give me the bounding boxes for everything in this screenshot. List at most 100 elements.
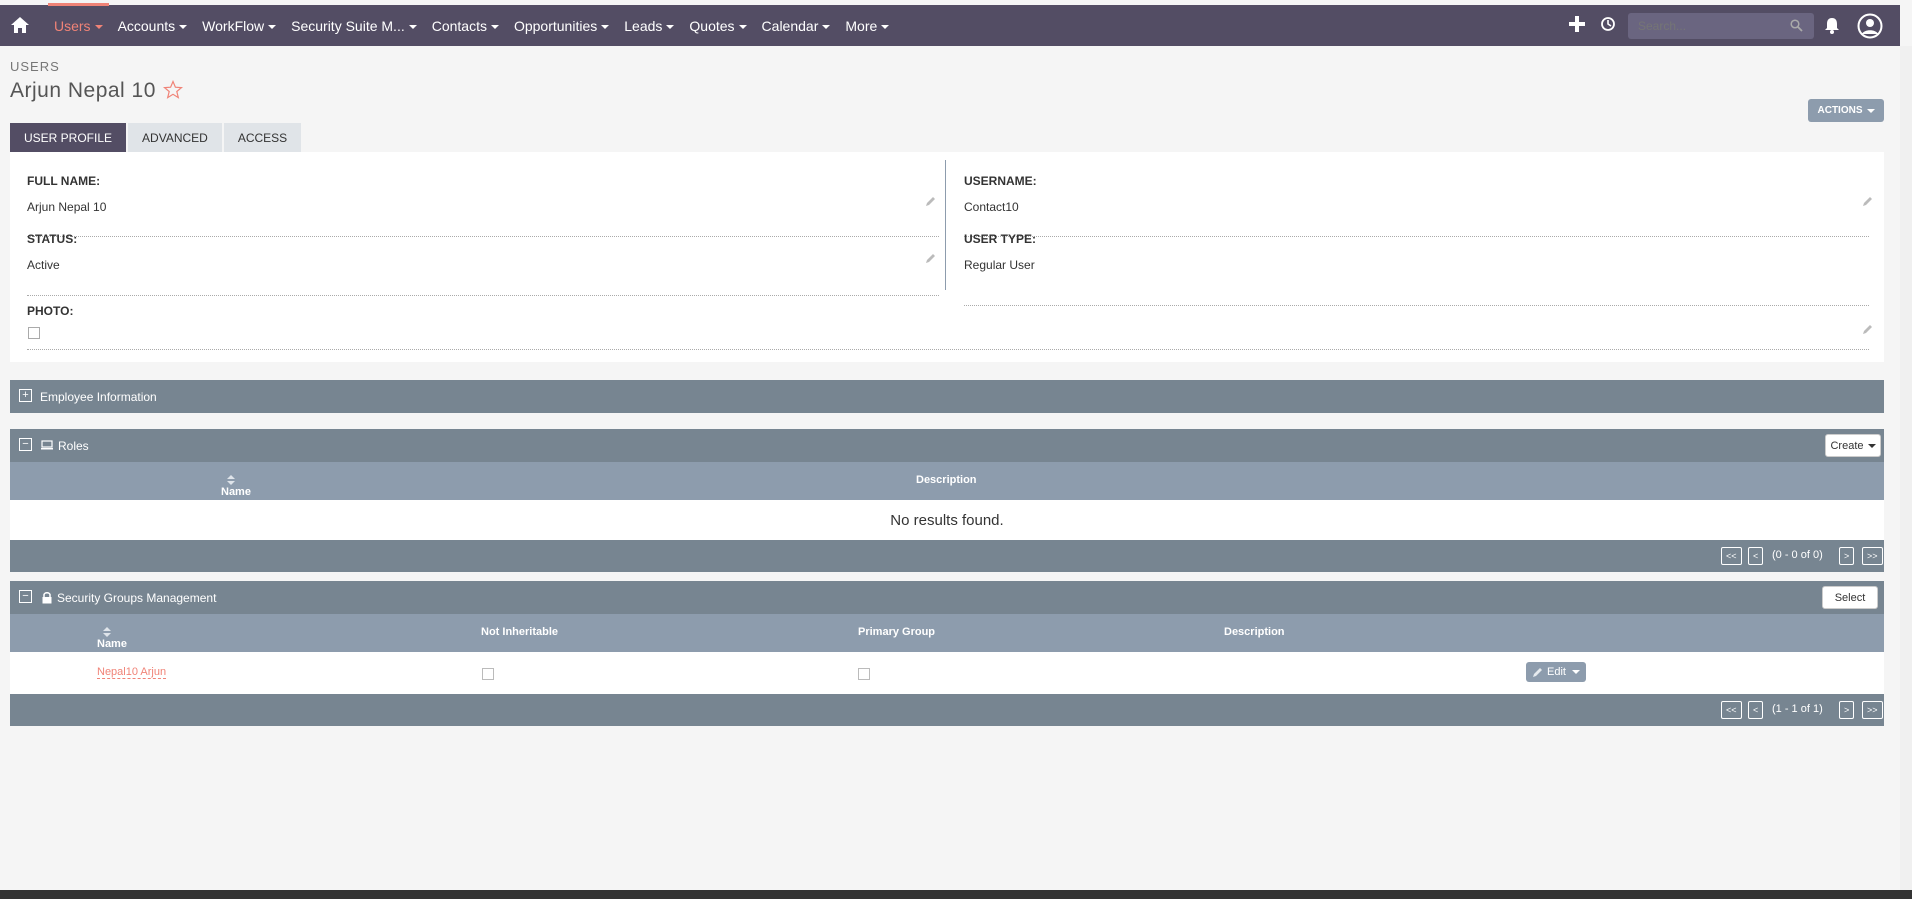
security-groups-select-button[interactable]: Select	[1822, 586, 1878, 609]
column-name[interactable]: Name	[221, 474, 251, 498]
nav-item-quotes[interactable]: Quotes	[689, 18, 747, 34]
chevron-down-icon	[94, 24, 103, 29]
pager-next-button[interactable]: >	[1839, 701, 1855, 719]
pager-last-button[interactable]: >>	[1862, 547, 1883, 565]
chevron-down-icon	[490, 24, 499, 29]
plus-icon[interactable]	[1568, 15, 1586, 33]
photo-image	[28, 327, 40, 339]
chevron-down-icon[interactable]	[1571, 670, 1580, 674]
history-icon[interactable]	[1600, 16, 1616, 32]
username-field: USERNAME: Contact10	[964, 174, 1869, 237]
pager-first-button[interactable]: <<	[1721, 547, 1742, 565]
full-name-value[interactable]: Arjun Nepal 10	[27, 200, 939, 214]
nav-item-label: Users	[54, 17, 91, 34]
row-edit-button[interactable]: Edit	[1526, 662, 1586, 682]
primary-group-checkbox[interactable]	[858, 668, 870, 680]
search-input[interactable]	[1628, 13, 1814, 39]
pager-prev-button[interactable]: <	[1748, 547, 1764, 565]
security-groups-panel-header[interactable]: − Security Groups Management Select	[10, 581, 1884, 614]
button-label: Edit	[1547, 666, 1566, 678]
sort-icon[interactable]	[103, 627, 111, 638]
pager-next-button[interactable]: >	[1839, 547, 1855, 565]
nav-item-security-suite[interactable]: Security Suite M...	[291, 18, 417, 34]
field-label: STATUS:	[27, 232, 78, 246]
chevron-down-icon	[822, 24, 831, 29]
username-value[interactable]: Contact10	[964, 200, 1869, 214]
roles-pagination: << < (0 - 0 of 0) > >>	[10, 540, 1884, 572]
user-type-field: USER TYPE: Regular User	[964, 232, 1869, 306]
lock-icon	[42, 592, 52, 604]
nav-item-contacts[interactable]: Contacts	[432, 18, 499, 34]
user-avatar-icon[interactable]	[1857, 13, 1883, 39]
field-label: USER TYPE:	[964, 232, 1037, 246]
home-icon[interactable]	[10, 16, 30, 34]
pager-range: (1 - 1 of 1)	[1772, 703, 1823, 715]
field-divider	[27, 349, 1869, 350]
column-not-inheritable: Not Inheritable	[481, 626, 559, 638]
nav-item-label: Opportunities	[513, 17, 598, 34]
nav-item-workflow[interactable]: WorkFlow	[202, 17, 277, 34]
roles-panel-header[interactable]: − Roles Create	[10, 429, 1884, 462]
bell-icon[interactable]	[1824, 17, 1840, 34]
not-inheritable-checkbox[interactable]	[482, 668, 494, 680]
vertical-scrollbar[interactable]	[1900, 46, 1912, 890]
nav-item-leads[interactable]: Leads	[624, 17, 675, 34]
field-label: USERNAME:	[964, 174, 1037, 188]
search-icon[interactable]	[1790, 19, 1803, 32]
employee-information-panel-header[interactable]: + Employee Information	[10, 380, 1884, 413]
top-navigation-bar: Users Accounts WorkFlow Security Suite M…	[0, 2, 1900, 46]
pencil-icon[interactable]	[925, 196, 936, 207]
pencil-icon[interactable]	[1862, 196, 1873, 207]
nav-item-opportunities[interactable]: Opportunities	[513, 17, 610, 34]
column-name[interactable]: Name	[97, 626, 127, 650]
nav-item-more[interactable]: More	[845, 18, 890, 34]
column-description: Description	[916, 474, 977, 486]
nav-item-label: Accounts	[117, 17, 176, 34]
pager-last-button[interactable]: >>	[1862, 701, 1883, 719]
nav-item-label: WorkFlow	[202, 17, 265, 34]
button-label: Create	[1830, 439, 1864, 452]
tab-user-profile[interactable]: USER PROFILE	[10, 123, 127, 152]
module-label: USERS	[10, 59, 60, 74]
nav-item-accounts[interactable]: Accounts	[118, 18, 188, 34]
user-profile-panel: FULL NAME: Arjun Nepal 10 STATUS: Active…	[10, 152, 1884, 362]
collapse-toggle-icon[interactable]: −	[19, 590, 32, 603]
nav-item-calendar[interactable]: Calendar	[762, 18, 831, 34]
field-label: PHOTO:	[27, 304, 74, 318]
security-group-name-link[interactable]: Nepal10 Arjun	[97, 666, 167, 679]
pencil-icon[interactable]	[925, 253, 936, 264]
table-row: Nepal10 Arjun Edit	[10, 652, 1884, 694]
nav-item-label: Calendar	[761, 17, 819, 34]
chevron-down-icon	[738, 24, 747, 29]
favorite-star-icon[interactable]	[163, 80, 183, 100]
chevron-down-icon	[1867, 443, 1876, 448]
expand-toggle-icon[interactable]: +	[19, 389, 32, 402]
collapse-toggle-icon[interactable]: −	[19, 438, 32, 451]
tab-access[interactable]: ACCESS	[223, 123, 302, 152]
actions-button[interactable]: ACTIONS	[1808, 99, 1884, 122]
tab-advanced[interactable]: ADVANCED	[128, 123, 222, 152]
sort-icon[interactable]	[227, 475, 235, 486]
pager-first-button[interactable]: <<	[1721, 701, 1742, 719]
roles-column-header: Name Description	[10, 462, 1884, 500]
roles-create-button[interactable]: Create	[1825, 434, 1881, 457]
chevron-down-icon	[179, 24, 188, 29]
actions-label: ACTIONS	[1817, 105, 1863, 116]
chevron-down-icon	[408, 24, 417, 29]
pager-prev-button[interactable]: <	[1748, 701, 1764, 719]
column-label: Name	[221, 486, 251, 498]
security-groups-column-header: Name Not Inheritable Primary Group Descr…	[10, 614, 1884, 652]
column-label: Name	[97, 638, 127, 650]
nav-item-users[interactable]: Users	[48, 2, 109, 34]
pencil-icon[interactable]	[1862, 324, 1873, 335]
chevron-down-icon	[1866, 108, 1875, 113]
pager-range: (0 - 0 of 0)	[1772, 549, 1823, 561]
user-type-value: Regular User	[964, 258, 1035, 272]
nav-item-label: Leads	[624, 17, 663, 34]
chevron-down-icon	[601, 24, 610, 29]
pencil-icon	[1533, 667, 1542, 677]
chevron-down-icon	[268, 24, 277, 29]
module-nav: Users Accounts WorkFlow Security Suite M…	[48, 2, 904, 46]
bottom-bar	[0, 890, 1912, 899]
status-value[interactable]: Active	[27, 258, 939, 272]
